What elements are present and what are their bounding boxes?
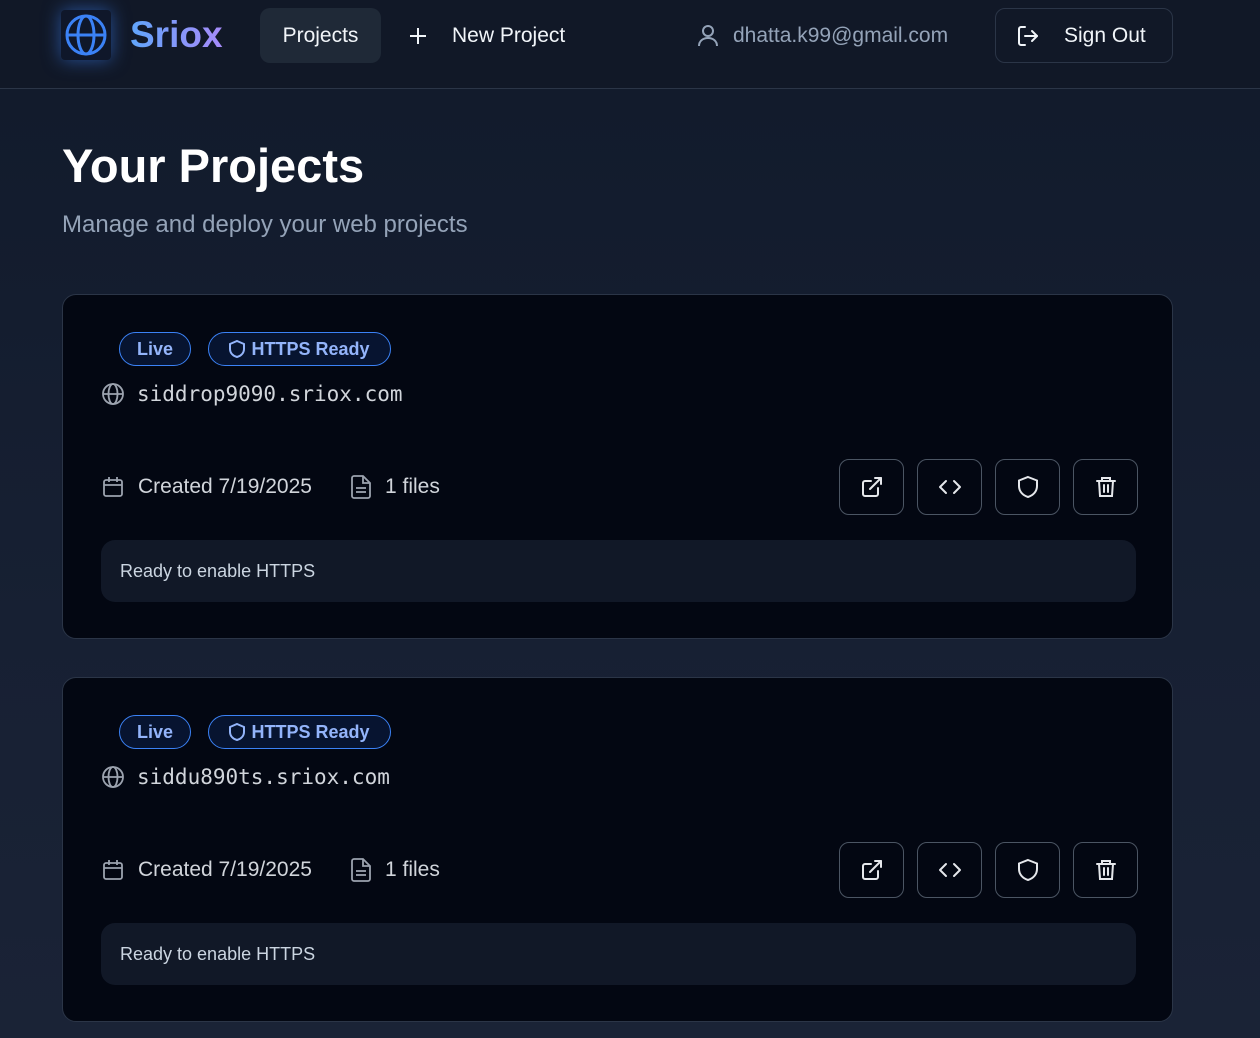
project-meta: Created 7/19/2025 1 files: [101, 850, 440, 890]
calendar-icon: [101, 475, 125, 499]
https-badge-label: HTTPS Ready: [251, 721, 370, 742]
new-project-link[interactable]: New Project: [400, 8, 565, 63]
log-out-icon: [1016, 24, 1040, 48]
created-date: Created 7/19/2025: [101, 858, 312, 882]
project-card: Live HTTPS Ready siddrop9090.sriox.com C…: [62, 294, 1173, 639]
file-icon: [350, 857, 372, 883]
delete-project-button[interactable]: [1073, 459, 1138, 515]
project-domain: siddrop9090.sriox.com: [137, 382, 403, 406]
live-badge: Live: [119, 715, 191, 749]
https-status: Ready to enable HTTPS: [101, 540, 1136, 602]
file-icon: [350, 474, 372, 500]
open-site-button[interactable]: [839, 842, 904, 898]
page-subtitle: Manage and deploy your web projects: [62, 211, 468, 238]
shield-icon: [229, 723, 246, 741]
domain-row: siddu890ts.sriox.com: [101, 760, 390, 794]
user-info: dhatta.k99@gmail.com: [697, 8, 948, 63]
view-code-button[interactable]: [917, 459, 982, 515]
sign-out-label: Sign Out: [1064, 23, 1146, 47]
files-label: 1 files: [384, 858, 440, 881]
file-count: 1 files: [350, 857, 440, 883]
live-badge-label: Live: [136, 338, 174, 359]
project-actions: [839, 842, 1138, 898]
code-icon: [937, 475, 963, 499]
calendar-icon: [101, 858, 125, 882]
project-card: Live HTTPS Ready siddu890ts.sriox.com Cr…: [62, 677, 1173, 1022]
shield-icon: [1017, 475, 1039, 499]
open-site-button[interactable]: [839, 459, 904, 515]
trash-icon: [1094, 475, 1118, 499]
shield-icon: [229, 340, 246, 358]
enable-https-button[interactable]: [995, 459, 1060, 515]
new-project-label: New Project: [452, 23, 566, 47]
domain-row: siddrop9090.sriox.com: [101, 377, 403, 411]
live-badge-label: Live: [136, 721, 174, 742]
https-badge: HTTPS Ready: [208, 715, 391, 749]
project-domain: siddu890ts.sriox.com: [137, 765, 390, 789]
trash-icon: [1094, 858, 1118, 882]
page-title: Your Projects: [62, 139, 365, 192]
files-label: 1 files: [384, 475, 440, 498]
project-meta: Created 7/19/2025 1 files: [101, 467, 440, 507]
https-status-text: Ready to enable HTTPS: [120, 560, 316, 581]
live-badge: Live: [119, 332, 191, 366]
nav-projects-link[interactable]: Projects: [260, 8, 381, 63]
globe-icon: [101, 382, 125, 406]
file-count: 1 files: [350, 474, 440, 500]
created-date: Created 7/19/2025: [101, 475, 312, 499]
view-code-button[interactable]: [917, 842, 982, 898]
delete-project-button[interactable]: [1073, 842, 1138, 898]
https-badge-label: HTTPS Ready: [251, 338, 370, 359]
created-label: Created 7/19/2025: [138, 858, 312, 881]
user-icon: [697, 24, 719, 48]
brand-name[interactable]: Sriox: [130, 12, 223, 58]
https-badge: HTTPS Ready: [208, 332, 391, 366]
created-label: Created 7/19/2025: [138, 475, 312, 498]
enable-https-button[interactable]: [995, 842, 1060, 898]
external-link-icon: [860, 475, 884, 499]
project-actions: [839, 459, 1138, 515]
https-status: Ready to enable HTTPS: [101, 923, 1136, 985]
code-icon: [937, 858, 963, 882]
nav-projects-label: Projects: [282, 23, 359, 47]
top-navbar: Sriox Projects New Project dhatta.k99@gm…: [0, 0, 1260, 89]
logo-globe-icon[interactable]: [61, 10, 111, 60]
globe-icon: [101, 765, 125, 789]
plus-icon: [408, 26, 428, 46]
user-email: dhatta.k99@gmail.com: [733, 23, 949, 47]
sign-out-button[interactable]: Sign Out: [995, 8, 1173, 63]
https-status-text: Ready to enable HTTPS: [120, 943, 316, 964]
shield-icon: [1017, 858, 1039, 882]
external-link-icon: [860, 858, 884, 882]
